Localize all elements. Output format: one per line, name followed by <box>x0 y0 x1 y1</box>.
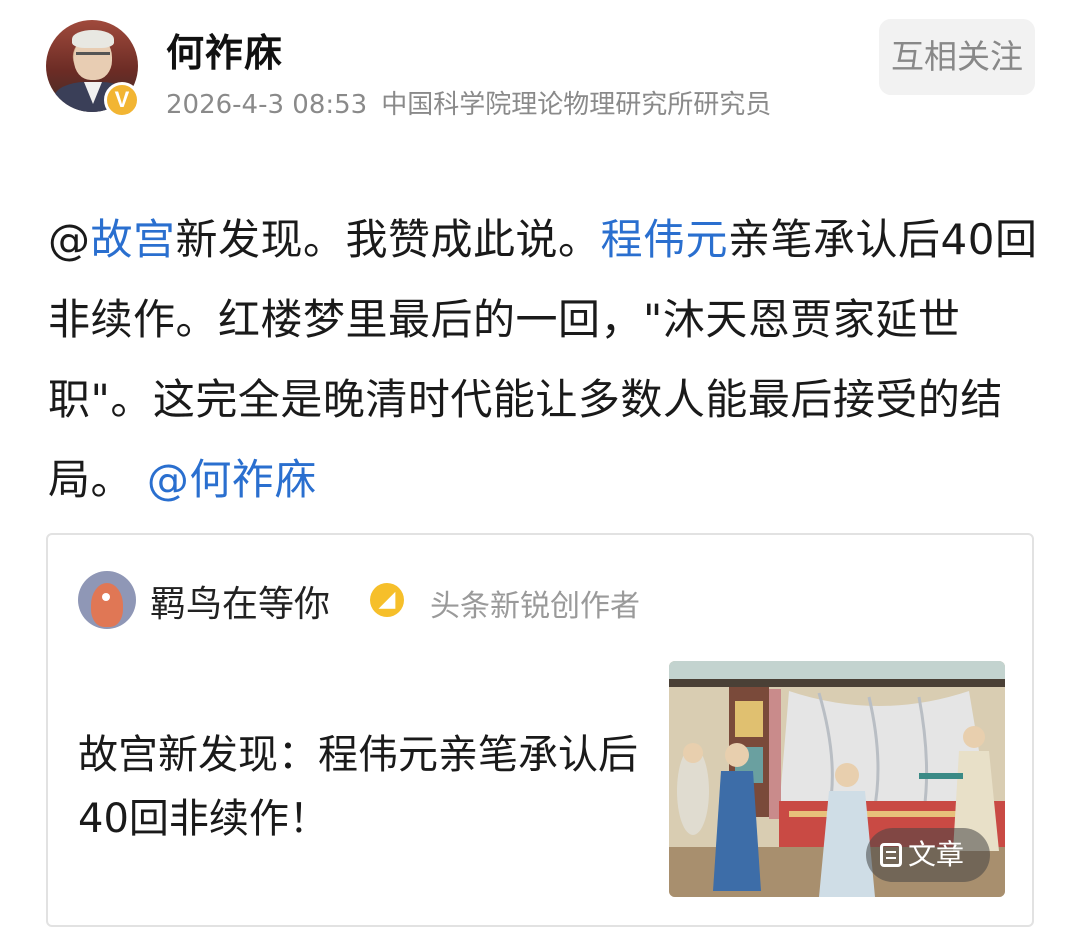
article-tag-label: 文章 <box>908 838 965 871</box>
article-type-tag: 文章 <box>866 828 990 882</box>
post-text-1: 新发现。我赞成此说。 <box>175 215 601 264</box>
post-timestamp: 2026-4-3 08:53 <box>166 90 368 120</box>
quoted-article-card[interactable]: 羁鸟在等你 ◢ 头条新锐创作者 故宫新发现：程伟元亲笔承认后40回非续作！ 文章 <box>46 533 1034 927</box>
follow-button[interactable]: 互相关注 <box>879 19 1035 95</box>
card-author-avatar[interactable] <box>78 571 136 629</box>
mention-link-gugong[interactable]: 故宫 <box>91 215 176 264</box>
post-body: @故宫新发现。我赞成此说。程伟元亲笔承认后40回非续作。红楼梦里最后的一回，"沐… <box>48 200 1038 520</box>
mention-link-chengweiyuan[interactable]: 程伟元 <box>601 215 729 264</box>
card-author-role: 头条新锐创作者 <box>430 589 640 624</box>
post-page: V 何祚庥 2026-4-3 08:53 中国科学院理论物理研究所研究员 互相关注… <box>0 0 1080 936</box>
creator-badge-icon: ◢ <box>370 583 404 617</box>
post-meta: 2026-4-3 08:53 中国科学院理论物理研究所研究员 <box>166 84 771 121</box>
card-article-title[interactable]: 故宫新发现：程伟元亲笔承认后40回非续作！ <box>78 723 638 851</box>
card-author-name[interactable]: 羁鸟在等你 <box>150 575 330 627</box>
verified-v-icon: V <box>104 82 140 118</box>
author-description: 中国科学院理论物理研究所研究员 <box>381 90 772 120</box>
mention-prefix: @ <box>48 215 91 264</box>
mention-link-hezuoxiu[interactable]: @何祚庥 <box>147 455 317 504</box>
author-name[interactable]: 何祚庥 <box>166 22 283 77</box>
document-icon <box>880 843 902 867</box>
